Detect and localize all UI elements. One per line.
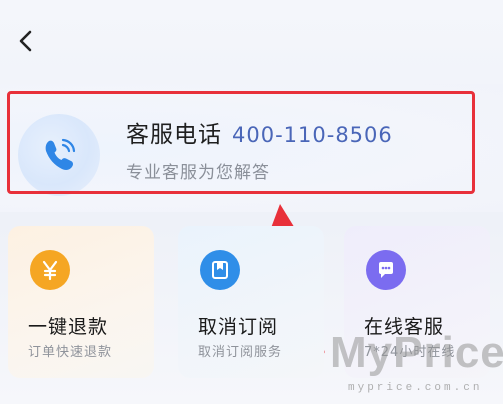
hero-title: 客服电话 [126, 122, 222, 148]
chevron-left-icon [19, 30, 32, 52]
hero-phone-number[interactable]: 400-110-8506 [232, 123, 393, 147]
watermark-domain: myprice.com.cn [348, 382, 483, 394]
phone-icon [18, 114, 100, 196]
watermark-logo: MyPrice [330, 328, 503, 377]
chat-icon [366, 250, 406, 290]
back-button[interactable] [12, 28, 38, 54]
card-title: 取消订阅 [198, 316, 279, 338]
card-title: 一键退款 [28, 316, 109, 338]
customer-service-phone-card[interactable]: 客服电话 400-110-8506 专业客服为您解答 [0, 84, 503, 212]
bookmark-icon [200, 250, 240, 290]
refund-card[interactable]: 一键退款 订单快速退款 [8, 226, 154, 378]
cancel-subscription-card[interactable]: 取消订阅 取消订阅服务 [178, 226, 324, 378]
card-subtitle: 订单快速退款 [28, 345, 113, 360]
hero-subtitle: 专业客服为您解答 [126, 163, 270, 183]
hero-title-row: 客服电话 400-110-8506 [126, 115, 393, 149]
yen-icon [30, 250, 70, 290]
card-subtitle: 取消订阅服务 [198, 345, 283, 360]
